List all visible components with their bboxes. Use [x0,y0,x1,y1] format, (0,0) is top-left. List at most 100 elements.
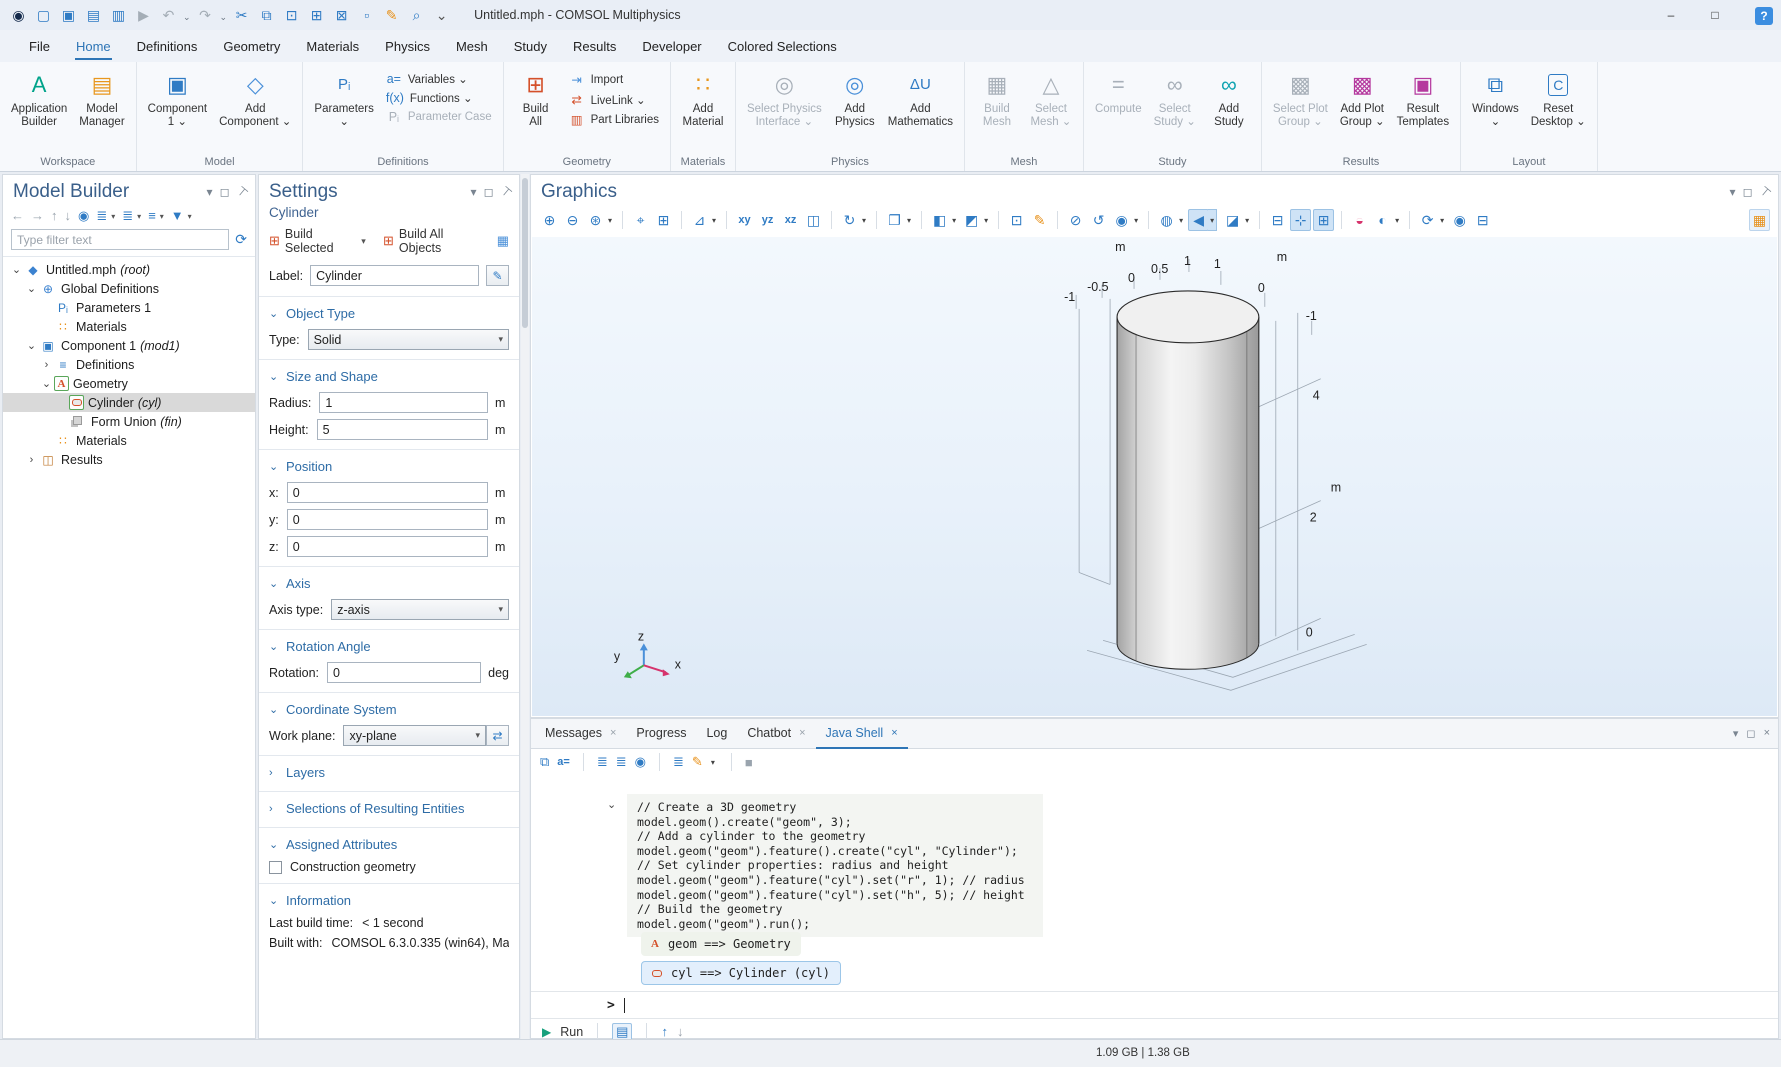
sound-icon[interactable]: ◀ [1188,209,1209,231]
copy-all-icon[interactable]: ⧉ [540,754,549,770]
zoom-box-caret-icon[interactable]: ▾ [608,216,612,225]
refresh-icon[interactable]: ⟳ [235,231,247,248]
rotation-input[interactable]: 0 [327,662,481,683]
section-header-object-type[interactable]: ⌄Object Type [269,301,509,323]
collapse-block-icon[interactable]: ⌄ [607,798,616,811]
run-icon[interactable]: ▶ [131,0,156,30]
component-1-button[interactable]: ▣Component1 ⌄ [142,68,213,131]
pin-panel-icon[interactable]: ⊤ [497,183,514,200]
go-to-default-view-caret-icon[interactable]: ▾ [712,216,716,225]
show-toggle-icon[interactable]: ◉ [78,209,89,223]
tree-node-component-1[interactable]: ⌄▣Component 1(mod1) [3,336,255,355]
view-xz-icon[interactable]: xz [780,209,801,231]
section-header-assigned-attributes[interactable]: ⌄Assigned Attributes [269,832,509,854]
autocomplete-icon[interactable]: a= [557,756,570,768]
show-axis-orientation-icon[interactable]: ⊹ [1290,209,1311,231]
search-icon[interactable]: ⌕ [404,0,429,30]
add-component-button[interactable]: ◇AddComponent ⌄ [213,68,297,131]
livelink-button[interactable]: ⇄LiveLink ⌄ [569,92,659,107]
expander-icon[interactable]: ⌄ [24,339,39,352]
close-tab-icon[interactable]: × [799,727,805,739]
color-palette-caret-icon[interactable]: ▾ [1395,216,1399,225]
menu-item-home[interactable]: Home [75,32,112,60]
close-panel-icon[interactable]: × [1764,727,1770,740]
redo-caret-icon[interactable]: ⌄ [220,12,228,22]
rotate-icon[interactable]: ↻ [839,209,860,231]
chevron-down-icon[interactable]: ⌄ [269,640,278,653]
sound-caret-icon[interactable]: ▾ [1208,209,1217,231]
x-input[interactable]: 0 [287,482,488,503]
save-icon[interactable]: ▤ [81,0,106,30]
select-plot-group-button[interactable]: ▩Select PlotGroup ⌄ [1267,68,1334,131]
previous-command-icon[interactable]: ↑ [661,1024,668,1039]
comsol-logo-icon[interactable]: ◉ [6,0,31,30]
dock-widget-icon[interactable]: ▦ [1749,209,1770,231]
chevron-down-icon[interactable]: ⌄ [269,703,278,716]
cylinder-3d[interactable] [1117,291,1259,669]
move-up-icon[interactable]: ↑ [51,209,58,223]
go-forward-icon[interactable]: → [31,209,44,223]
close-tab-icon[interactable]: × [610,727,616,739]
zoom-box-icon[interactable]: ⊛ [585,209,606,231]
tree-node-definitions[interactable]: ›≡Definitions [3,355,255,374]
menu-item-results[interactable]: Results [572,32,617,60]
minimize-button[interactable]: – [1649,0,1693,30]
scene-light-caret-icon[interactable]: ▾ [984,216,988,225]
menu-item-file[interactable]: File [28,32,51,60]
build-all-button[interactable]: ⊞BuildAll [509,68,563,131]
tab-chatbot[interactable]: Chatbot× [737,719,815,749]
variables-button[interactable]: a=Variables ⌄ [386,72,492,86]
java-shell-code-block[interactable]: // Create a 3D geometrymodel.geom().crea… [627,794,1043,937]
redo-icon[interactable]: ↷ [193,0,218,30]
paste-icon[interactable]: ⊡ [279,0,304,30]
section-header-size-and-shape[interactable]: ⌄Size and Shape [269,364,509,386]
go-to-source-icon[interactable]: ⇄ [486,725,509,746]
reset-hiding-icon[interactable]: ↺ [1088,209,1109,231]
color-palette-icon[interactable]: ◐ [1372,209,1393,231]
chevron-right-icon[interactable]: › [269,803,278,815]
expander-icon[interactable]: ⌄ [9,263,24,276]
selection-appearance-icon[interactable]: ◒ [1349,209,1370,231]
tree-node-results[interactable]: ›◫Results [3,450,255,469]
panel-menu-icon[interactable]: ▾ [1730,185,1736,199]
show-grid-icon[interactable]: ⊞ [1313,209,1334,231]
build-all-objects-button[interactable]: Build All Objects [399,227,480,255]
environment-caret-icon[interactable]: ▾ [1179,216,1183,225]
menu-item-definitions[interactable]: Definitions [136,32,199,60]
z-input[interactable]: 0 [287,536,488,557]
help-button[interactable]: ? [1755,7,1773,25]
menu-item-colored-selections[interactable]: Colored Selections [727,32,838,60]
rename-icon[interactable]: ✎ [486,265,509,286]
result-templates-button[interactable]: ▣ResultTemplates [1391,68,1455,131]
transparency-icon[interactable]: ◪ [1222,209,1243,231]
delete-icon[interactable]: ⊠ [329,0,354,30]
menu-item-developer[interactable]: Developer [641,32,702,60]
expander-icon[interactable]: › [24,454,39,466]
expand-all-icon[interactable]: ≣ [96,209,107,223]
annotate-icon[interactable]: ✎ [379,0,404,30]
tree-filter-input[interactable]: Type filter text [11,229,229,250]
tab-progress[interactable]: Progress [626,719,696,749]
update-caret-icon[interactable]: ▾ [1440,216,1444,225]
select-mesh-button[interactable]: △SelectMesh ⌄ [1024,68,1078,131]
zoom-out-icon[interactable]: ⊖ [562,209,583,231]
tab-log[interactable]: Log [696,719,737,749]
go-to-default-view-icon[interactable]: ⊿ [689,209,710,231]
go-back-icon[interactable]: ← [11,209,24,223]
shell-output-green[interactable]: Ageom ==> Geometry [641,932,801,956]
float-panel-icon[interactable]: ◻ [220,185,230,199]
settings-scrollbar[interactable] [521,174,529,1039]
build-selected-button[interactable]: Build Selected [285,227,356,255]
import-button[interactable]: ⇥Import [569,72,659,87]
filter-caret-icon[interactable]: ▾ [188,212,192,221]
open-file-icon[interactable]: ▣ [56,0,81,30]
add-material-button[interactable]: ∷AddMaterial [676,68,730,131]
material-rendering-caret-icon[interactable]: ▾ [952,216,956,225]
collapse-sections-icon[interactable]: ≣ [616,754,627,770]
filter-icon[interactable]: ▼ [171,209,184,223]
add-plot-group-button[interactable]: ▩Add PlotGroup ⌄ [1334,68,1391,131]
view-hidden-caret-icon[interactable]: ▾ [1134,216,1138,225]
node-grouping-caret-icon[interactable]: ▾ [160,212,164,221]
panel-menu-icon[interactable]: ▾ [1733,727,1739,740]
float-panel-icon[interactable]: ◻ [1746,727,1755,740]
